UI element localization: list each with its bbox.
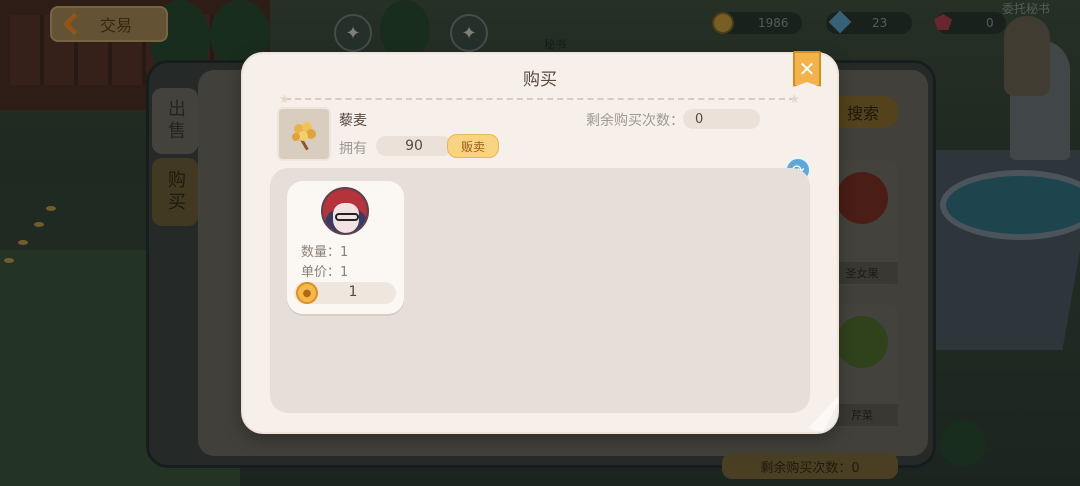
item-thumbnail	[277, 107, 331, 161]
divider	[285, 98, 795, 100]
star-icon: ★	[279, 92, 290, 106]
item-name: 藜麦	[339, 113, 367, 129]
quinoa-icon	[292, 122, 316, 151]
remaining-purchases-value: 0	[683, 109, 760, 129]
owned-label: 拥有	[339, 141, 367, 157]
seller-avatar	[321, 187, 369, 235]
star-icon: ★	[789, 92, 800, 106]
close-button[interactable]: ✕	[793, 51, 821, 87]
owned-count: 90	[376, 136, 452, 156]
dialog-title: 购买	[523, 70, 557, 90]
remaining-purchases-label: 剩余购买次数：	[586, 113, 684, 129]
glasses-icon	[335, 213, 359, 221]
sell-button[interactable]: 贩卖	[447, 134, 499, 158]
listing-total-cost: 1	[348, 284, 358, 300]
close-icon: ✕	[798, 57, 816, 81]
listing-unit-price: 单价：1	[301, 265, 349, 280]
coin-icon: ●	[296, 282, 318, 304]
listing-quantity: 数量：1	[301, 245, 349, 260]
